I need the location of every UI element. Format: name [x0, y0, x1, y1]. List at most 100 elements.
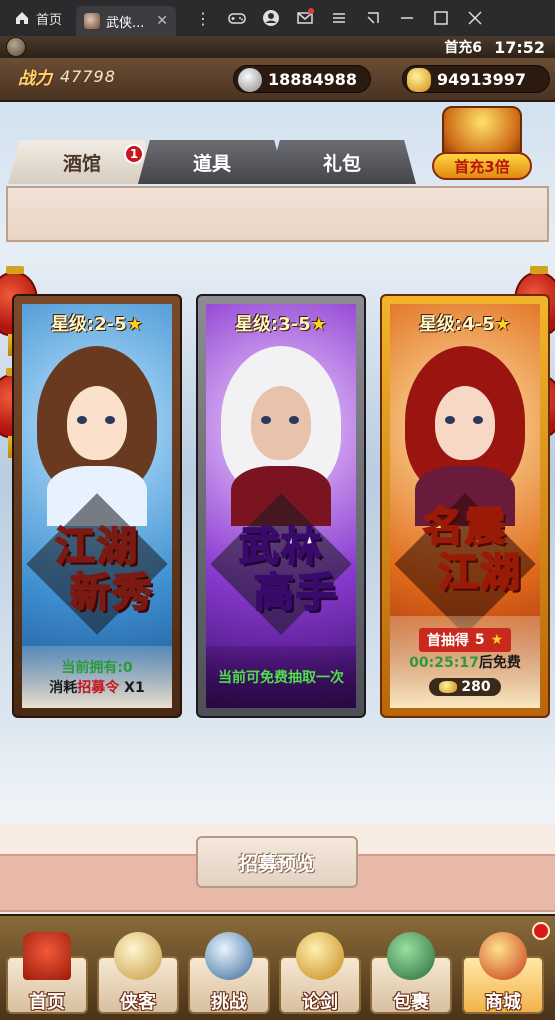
clock: 17:52 — [494, 37, 545, 57]
recruit-preview-button[interactable]: 招募预览 — [196, 836, 358, 888]
nav-challenge[interactable]: 挑战 — [188, 932, 270, 1014]
home-tab-label: 首页 — [36, 12, 63, 28]
free-draw-text: 当前可免费抽取一次 — [218, 670, 344, 686]
nav-home-label: 首页 — [29, 992, 65, 1013]
close-tab-icon[interactable]: ✕ — [156, 13, 168, 29]
emulator-home-tab[interactable]: 首页 — [0, 0, 76, 36]
combat-power: 战力 47798 — [18, 64, 116, 89]
card-title: 名震 江湖 — [390, 503, 540, 597]
star-icon: ★ — [490, 632, 504, 648]
palace-icon — [23, 932, 71, 980]
bottom-nav: 首页 侠客 挑战 论剑 包裹 商城 — [0, 914, 555, 1020]
cloud-mist — [0, 716, 555, 826]
card-title-line1: 名震 — [422, 503, 507, 551]
first-draw-row: 首抽得 5 ★ — [418, 628, 512, 652]
shop-notification-dot — [532, 922, 550, 940]
owned-count: 当前拥有:0 — [61, 660, 133, 676]
gold-value: 94913997 — [437, 69, 527, 89]
sword-emblem-icon — [296, 932, 344, 980]
close-window-icon[interactable] — [458, 0, 492, 36]
shop-tabs: 酒馆 道具 礼包 — [0, 140, 555, 186]
game-screen: 首充6 17:52 战力 47798 18884988 94913997 首充3… — [0, 36, 555, 1020]
star-icon: ★ — [126, 314, 143, 335]
nav-heroes[interactable]: 侠客 — [97, 932, 179, 1014]
nav-duel-label: 论剑 — [302, 992, 338, 1013]
card-info: 当前拥有:0 消耗招募令 X1 — [22, 646, 172, 708]
nav-bag-label: 包裹 — [393, 992, 429, 1013]
nav-shop-label: 商城 — [485, 992, 521, 1013]
star-icon: ★ — [310, 314, 327, 335]
first-draw-value: 5 — [474, 632, 485, 648]
nav-heroes-label: 侠客 — [120, 992, 156, 1013]
gold-ingot-icon — [407, 68, 431, 92]
free-timer: 00:25:17后免费 — [409, 652, 521, 672]
card-star-range: 星级:4-5★ — [390, 310, 540, 336]
tab-gift-pack[interactable]: 礼包 — [268, 140, 416, 184]
card-star-range: 星级:2-5★ — [22, 310, 172, 336]
crossed-swords-icon — [205, 932, 253, 980]
gold-counter[interactable]: 94913997 — [402, 65, 550, 93]
game-favicon-icon — [84, 13, 101, 29]
first-draw-label: 首抽得 — [426, 633, 469, 649]
tab-items[interactable]: 道具 — [138, 140, 286, 184]
game-status-bar: 首充6 17:52 — [0, 36, 555, 58]
card-star-range: 星级:3-5★ — [206, 310, 356, 336]
timer-value: 00:25:17 — [409, 655, 479, 671]
recruit-card-legend[interactable]: 星级:4-5★ 名震 江湖 首抽得 5 ★ 00:25:17后免费 280 — [380, 294, 550, 718]
egg-icon — [114, 932, 162, 980]
home-icon — [16, 12, 28, 24]
card-art: 星级:2-5★ 江湖 新秀 当前拥有:0 消耗招募令 X1 — [22, 304, 172, 708]
card-art: 星级:4-5★ 名震 江湖 首抽得 5 ★ 00:25:17后免费 280 — [390, 304, 540, 708]
timer-suffix: 后免费 — [478, 655, 521, 671]
expand-window-icon[interactable] — [356, 0, 390, 36]
card-art: 星级:3-5★ 武林 高手 当前可免费抽取一次 — [206, 304, 356, 708]
tavern-banner — [6, 186, 549, 242]
recruit-cost: 消耗招募令 X1 — [49, 680, 145, 696]
nav-home[interactable]: 首页 — [6, 932, 88, 1014]
star-icon: ★ — [494, 314, 511, 335]
first-charge-link[interactable]: 首充6 — [444, 37, 482, 57]
combat-power-value: 47798 — [60, 67, 116, 86]
game-tab-label: 武侠... — [106, 15, 145, 31]
back-orb-icon[interactable] — [6, 37, 26, 57]
silver-value: 18884988 — [268, 69, 358, 89]
star-range-text: 星级:3-5 — [235, 314, 311, 335]
silver-counter[interactable]: 18884988 — [233, 65, 371, 93]
card-info: 当前可免费抽取一次 — [206, 646, 356, 708]
recruit-card-rookie[interactable]: 星级:2-5★ 江湖 新秀 当前拥有:0 消耗招募令 X1 — [12, 294, 182, 718]
nav-bag[interactable]: 包裹 — [370, 932, 452, 1014]
mail-icon[interactable] — [288, 0, 322, 36]
hero-portrait-elder — [221, 346, 341, 526]
card-title-line1: 江湖 — [54, 523, 139, 571]
gamepad-icon[interactable] — [220, 0, 254, 36]
nav-duel[interactable]: 论剑 — [279, 932, 361, 1014]
card-title-line1: 武林 — [238, 523, 323, 571]
screen: 首页 武侠... ✕ ⋮ 首充6 17:52 战力 47798 18884988… — [0, 0, 555, 1020]
emulator-game-tab[interactable]: 武侠... ✕ — [76, 6, 177, 36]
more-menu-icon[interactable]: ⋮ — [186, 0, 220, 36]
card-title: 武林 高手 — [206, 523, 356, 617]
card-title-line2: 高手 — [253, 569, 338, 617]
emulator-title-bar: 首页 武侠... ✕ ⋮ — [0, 0, 555, 36]
bundle-icon — [387, 932, 435, 980]
emulator-toolbar: ⋮ — [186, 0, 492, 36]
minimize-icon[interactable] — [390, 0, 424, 36]
hero-portrait-warrior — [405, 346, 525, 526]
hamburger-menu-icon[interactable] — [322, 0, 356, 36]
recruit-card-master[interactable]: 星级:3-5★ 武林 高手 当前可免费抽取一次 — [196, 294, 366, 718]
combat-power-label: 战力 — [18, 69, 52, 89]
card-info: 首抽得 5 ★ 00:25:17后免费 280 — [390, 616, 540, 708]
draw-price: 280 — [429, 678, 501, 696]
nav-challenge-label: 挑战 — [211, 992, 247, 1013]
card-title-line2: 江湖 — [437, 549, 522, 597]
account-icon[interactable] — [254, 0, 288, 36]
star-range-text: 星级:2-5 — [51, 314, 127, 335]
card-title: 江湖 新秀 — [22, 523, 172, 617]
mail-notification-dot — [308, 8, 315, 14]
nav-shop[interactable]: 商城 — [462, 932, 544, 1014]
gold-ingot-icon — [439, 681, 458, 693]
resource-bar: 战力 47798 18884988 94913997 — [0, 58, 555, 102]
maximize-icon[interactable] — [424, 0, 458, 36]
hero-portrait-heroine — [37, 346, 157, 526]
shop-icon — [479, 932, 527, 980]
